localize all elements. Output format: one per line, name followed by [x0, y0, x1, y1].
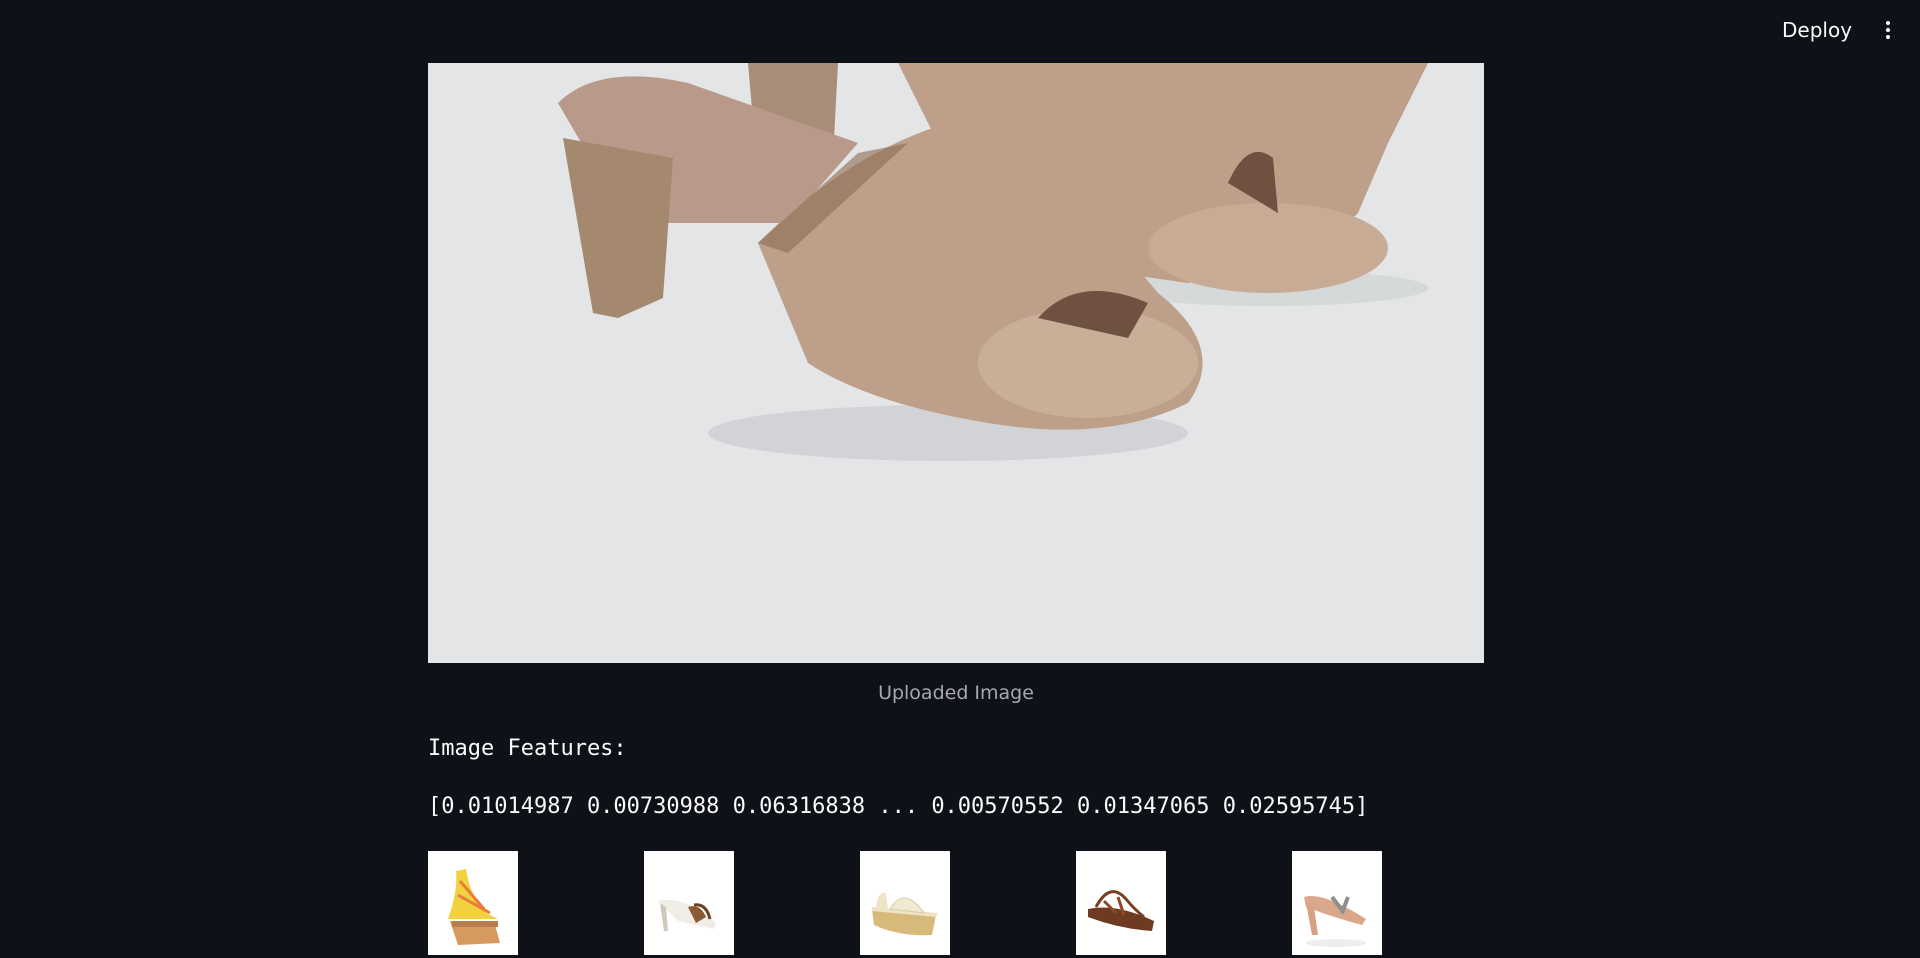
main-content: Uploaded Image Image Features: [0.010149… — [428, 63, 1484, 821]
app-header: Deploy — [0, 0, 1920, 60]
features-values: [0.01014987 0.00730988 0.06316838 ... 0.… — [428, 794, 1369, 819]
main-menu-button[interactable] — [1874, 14, 1902, 46]
recommendation-image-3 — [860, 851, 950, 955]
recommendation-image-2 — [644, 851, 734, 955]
three-dots-vertical-icon — [1886, 21, 1890, 39]
uploaded-image — [428, 63, 1484, 663]
recommendation-results — [428, 851, 1484, 955]
features-label: Image Features: — [428, 736, 627, 761]
recommendation-image-4 — [1076, 851, 1166, 955]
recommendation-image-5 — [1292, 851, 1382, 955]
uploaded-image-caption: Uploaded Image — [878, 682, 1034, 704]
recommendation-image-1 — [428, 851, 518, 955]
deploy-button[interactable]: Deploy — [1770, 14, 1864, 46]
